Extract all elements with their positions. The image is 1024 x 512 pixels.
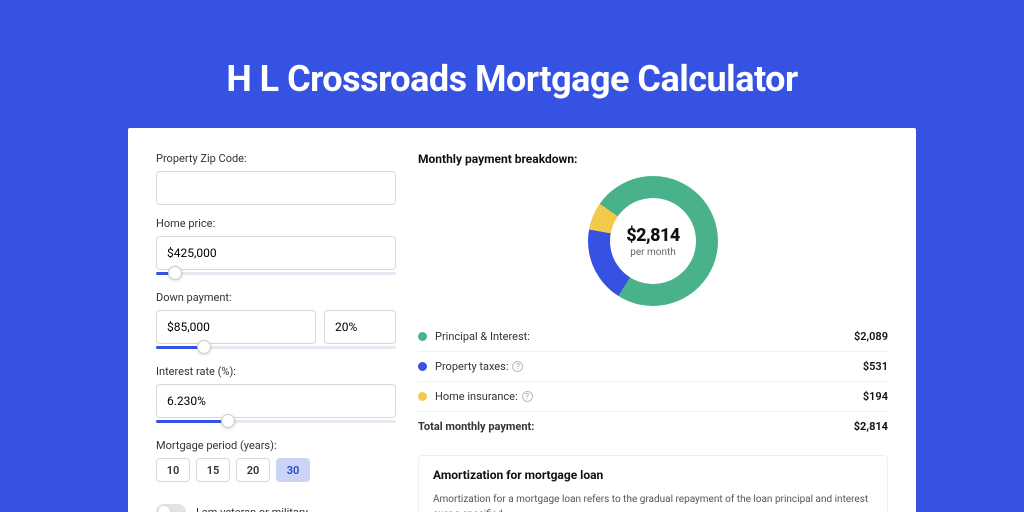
legend-value: $531: [863, 360, 888, 373]
legend-label: Principal & Interest:: [435, 330, 854, 343]
price-slider[interactable]: [156, 269, 396, 279]
down-amount-input[interactable]: [156, 310, 316, 344]
price-slider-thumb[interactable]: [168, 266, 182, 280]
price-input[interactable]: [156, 236, 396, 270]
amortization-card: Amortization for mortgage loan Amortizat…: [418, 455, 888, 512]
rate-input[interactable]: [156, 384, 396, 418]
legend-row-insurance: Home insurance:?$194: [418, 381, 888, 411]
down-slider-thumb[interactable]: [197, 340, 211, 354]
legend: Principal & Interest:$2,089Property taxe…: [418, 322, 888, 441]
legend-value: $194: [863, 390, 888, 403]
legend-row-taxes: Property taxes:?$531: [418, 351, 888, 381]
veteran-label: I am veteran or military: [196, 506, 308, 512]
veteran-toggle[interactable]: [156, 504, 186, 512]
period-label: Mortgage period (years):: [156, 439, 396, 452]
legend-label: Home insurance:?: [435, 390, 863, 403]
period-options: 10152030: [156, 458, 396, 482]
legend-value: $2,089: [854, 330, 888, 343]
breakdown-heading: Monthly payment breakdown:: [418, 152, 888, 166]
donut-center-value: $2,814: [626, 225, 680, 246]
amortization-heading: Amortization for mortgage loan: [433, 468, 873, 482]
period-option-30[interactable]: 30: [276, 458, 310, 482]
insurance-dot-icon: [418, 392, 427, 401]
zip-input[interactable]: [156, 171, 396, 205]
period-option-20[interactable]: 20: [236, 458, 270, 482]
donut-center-caption: per month: [630, 247, 676, 258]
page-title: H L Crossroads Mortgage Calculator: [0, 0, 1024, 100]
legend-row-total: Total monthly payment:$2,814: [418, 411, 888, 441]
legend-label: Property taxes:?: [435, 360, 863, 373]
rate-label: Interest rate (%):: [156, 365, 396, 378]
taxes-dot-icon: [418, 362, 427, 371]
period-option-15[interactable]: 15: [196, 458, 230, 482]
breakdown-panel: Monthly payment breakdown: $2,814 per mo…: [418, 152, 888, 512]
zip-label: Property Zip Code:: [156, 152, 396, 165]
input-panel: Property Zip Code: Home price: Down paym…: [156, 152, 396, 512]
down-label: Down payment:: [156, 291, 396, 304]
amortization-body: Amortization for a mortgage loan refers …: [433, 492, 873, 512]
legend-row-principal: Principal & Interest:$2,089: [418, 322, 888, 351]
down-slider[interactable]: [156, 343, 396, 353]
period-option-10[interactable]: 10: [156, 458, 190, 482]
rate-slider[interactable]: [156, 417, 396, 427]
down-percent-input[interactable]: [324, 310, 396, 344]
principal-dot-icon: [418, 332, 427, 341]
rate-slider-thumb[interactable]: [221, 414, 235, 428]
info-icon[interactable]: ?: [512, 361, 523, 372]
info-icon[interactable]: ?: [522, 391, 533, 402]
donut-chart: $2,814 per month: [418, 176, 888, 306]
price-label: Home price:: [156, 217, 396, 230]
calculator-card: Property Zip Code: Home price: Down paym…: [128, 128, 916, 512]
